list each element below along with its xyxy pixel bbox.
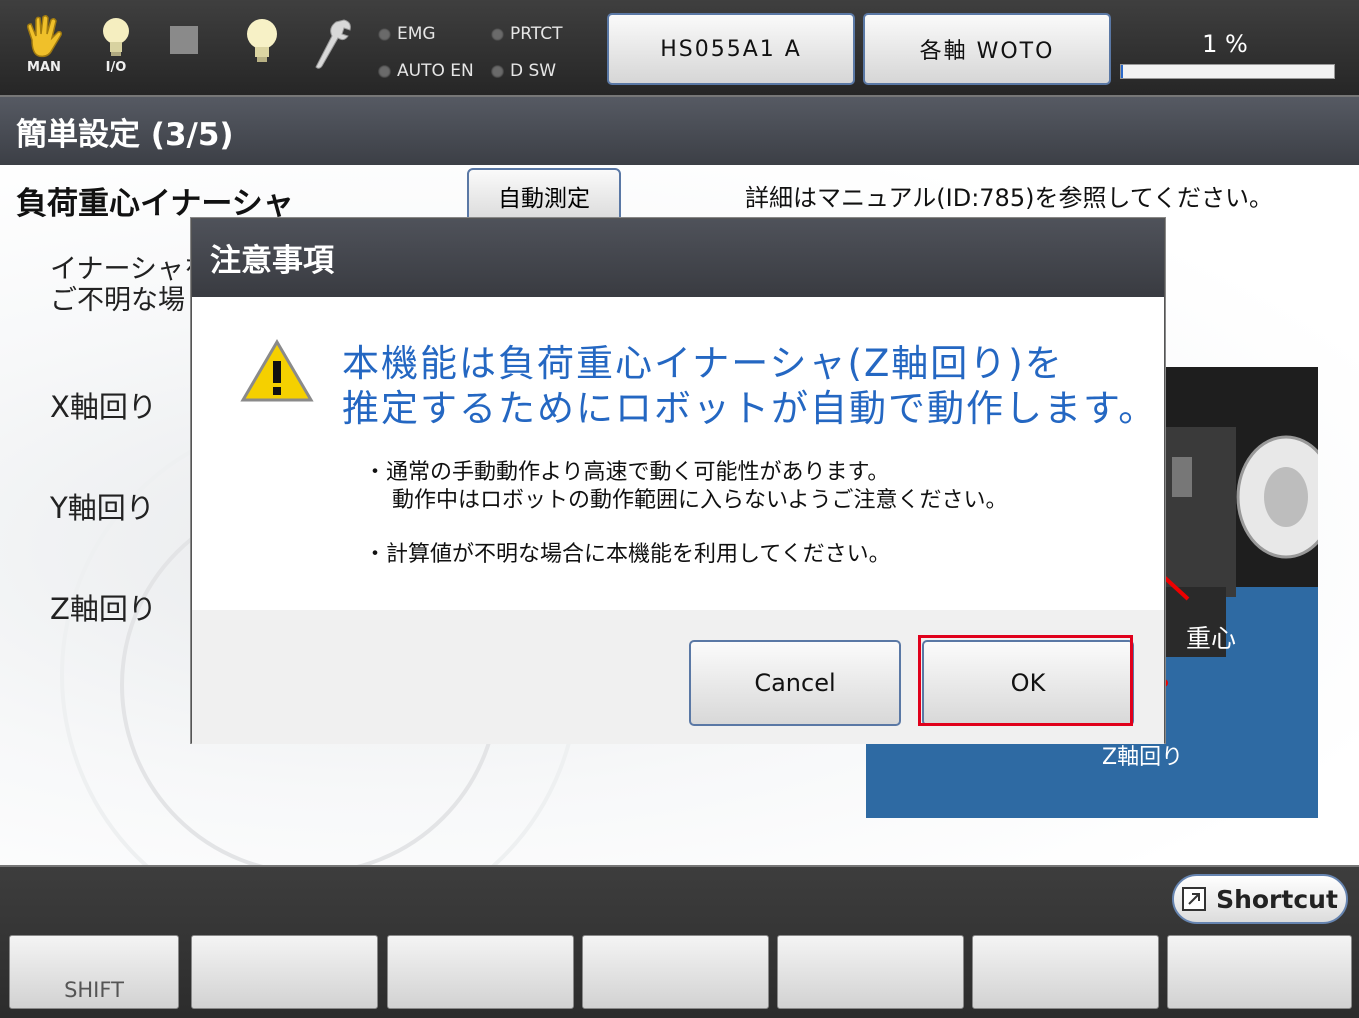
hand-icon xyxy=(27,14,62,58)
section-title: 負荷重心イナーシャ xyxy=(16,186,294,222)
description-line: イナーシャを xyxy=(50,254,211,285)
shortcut-button[interactable]: Shortcut xyxy=(1172,874,1348,924)
function-key-4[interactable] xyxy=(777,935,964,1009)
stop-square-icon xyxy=(170,26,198,54)
wrench-icon xyxy=(315,19,351,69)
note-line: 動作中はロボットの動作範囲に入らないようご注意ください。 xyxy=(392,488,1008,513)
z-axis-label: Z軸回り xyxy=(50,592,157,626)
dialog-title: 注意事項 xyxy=(192,219,1164,297)
description-line: ご不明な場 xyxy=(50,285,185,316)
led-dot xyxy=(491,27,504,41)
dsw-label: D SW xyxy=(510,61,557,81)
manual-mode-indicator[interactable]: MAN xyxy=(16,14,72,84)
function-key-6[interactable] xyxy=(1167,935,1352,1009)
io-bulb-icon xyxy=(103,18,129,56)
function-key-2[interactable] xyxy=(387,935,574,1009)
manual-reference-note: 詳細はマニュアル(ID:785)を参照してください。 xyxy=(745,184,1274,212)
speed-percent: 1 % xyxy=(1202,30,1248,58)
x-axis-label: X軸回り xyxy=(50,390,157,424)
prtct-indicator: PRTCT xyxy=(491,24,562,44)
stop-indicator[interactable] xyxy=(156,14,212,84)
center-of-gravity-label: 重心 xyxy=(1186,624,1237,653)
message-line: 本機能は負荷重心イナーシャ(Z軸回り)を xyxy=(342,342,1064,385)
speed-progress-fill xyxy=(1121,65,1124,78)
prtct-label: PRTCT xyxy=(510,24,563,44)
io-caption: I/O xyxy=(105,60,127,75)
led-dot xyxy=(378,27,391,41)
mode-caption: MAN xyxy=(27,60,61,75)
speed-progress-bar[interactable] xyxy=(1120,64,1335,79)
function-key-3[interactable] xyxy=(582,935,769,1009)
cancel-button[interactable]: Cancel xyxy=(689,640,901,726)
maintenance-indicator[interactable] xyxy=(304,14,360,84)
auto-measure-button[interactable]: 自動測定 xyxy=(467,168,621,224)
note-line: ・通常の手動動作より高速で動く可能性があります。 xyxy=(364,460,890,485)
shortcut-icon xyxy=(1182,887,1207,911)
ok-button-highlight xyxy=(918,635,1133,726)
dialog-note-1: ・通常の手動動作より高速で動く可能性があります。 動作中はロボットの動作範囲に入… xyxy=(364,459,1008,515)
description-text: イナーシャを ご不明な場 xyxy=(50,254,211,316)
function-key-1[interactable] xyxy=(191,935,378,1009)
status-bar: MAN I/O EMG PRTCT AUTO EN D SW HS055A1 A… xyxy=(0,0,1359,97)
dsw-indicator: D SW xyxy=(491,61,556,81)
lamp-indicator[interactable] xyxy=(234,14,290,84)
shift-key[interactable]: SHIFT xyxy=(9,935,179,1009)
fkey-label: SHIFT xyxy=(64,978,124,1002)
dialog-main-message: 本機能は負荷重心イナーシャ(Z軸回り)を 推定するためにロボットが自動で動作しま… xyxy=(342,341,1157,431)
warning-icon xyxy=(240,339,314,407)
io-indicator[interactable]: I/O xyxy=(88,14,144,84)
page-title: 簡単設定 (3/5) xyxy=(0,97,1359,165)
shortcut-label: Shortcut xyxy=(1216,884,1338,914)
y-axis-label: Y軸回り xyxy=(50,491,155,525)
robot-select-button[interactable]: HS055A1 A xyxy=(607,13,855,85)
led-dot xyxy=(378,64,391,78)
auto-en-indicator: AUTO EN xyxy=(378,61,474,81)
emg-label: EMG xyxy=(397,24,436,44)
auto-en-label: AUTO EN xyxy=(397,61,474,81)
lightbulb-icon xyxy=(247,19,277,62)
led-dot xyxy=(491,64,504,78)
message-line: 推定するためにロボットが自動で動作します。 xyxy=(342,387,1158,430)
emg-indicator: EMG xyxy=(378,24,436,44)
axis-mode-button[interactable]: 各軸 WOTO xyxy=(863,13,1111,85)
dialog-note-2: ・計算値が不明な場合に本機能を利用してください。 xyxy=(364,542,891,567)
function-key-5[interactable] xyxy=(972,935,1159,1009)
